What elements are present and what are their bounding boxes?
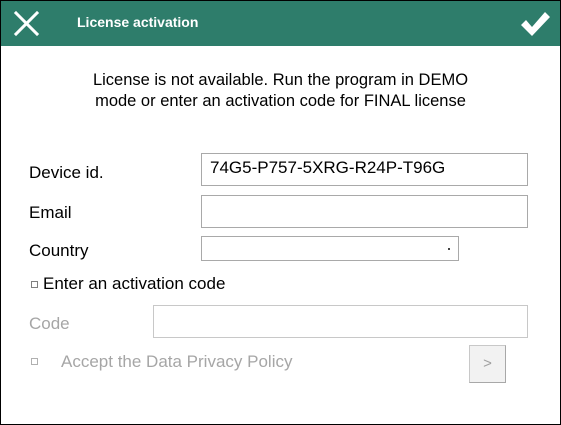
title-bar: License activation bbox=[1, 1, 560, 46]
message-line-2: mode or enter an activation code for FIN… bbox=[95, 92, 466, 110]
code-label: Code bbox=[29, 314, 70, 333]
privacy-policy-checkbox[interactable] bbox=[31, 358, 38, 365]
message-line-1: License is not available. Run the progra… bbox=[92, 71, 469, 89]
close-icon bbox=[13, 10, 40, 37]
next-button[interactable]: > bbox=[469, 345, 506, 383]
country-label: Country bbox=[29, 241, 89, 260]
license-activation-dialog: License activation License is not availa… bbox=[0, 0, 561, 425]
device-id-label: Device id. bbox=[29, 163, 104, 182]
dropdown-arrow-icon bbox=[448, 248, 450, 250]
license-message: License is not available. Run the progra… bbox=[21, 70, 540, 112]
confirm-button[interactable] bbox=[518, 9, 552, 39]
privacy-policy-label[interactable]: Accept the Data Privacy Policy bbox=[61, 352, 292, 372]
email-label: Email bbox=[29, 203, 72, 222]
activation-code-checkbox-label[interactable]: Enter an activation code bbox=[43, 274, 225, 294]
email-field[interactable] bbox=[201, 195, 528, 228]
code-field[interactable] bbox=[153, 305, 528, 338]
country-select[interactable] bbox=[201, 236, 459, 261]
checkmark-icon bbox=[521, 12, 550, 36]
device-id-field[interactable]: 74G5-P757-5XRG-R24P-T96G bbox=[201, 153, 528, 186]
close-button[interactable] bbox=[13, 10, 40, 37]
dialog-title: License activation bbox=[77, 14, 199, 30]
activation-code-checkbox[interactable] bbox=[31, 281, 38, 288]
